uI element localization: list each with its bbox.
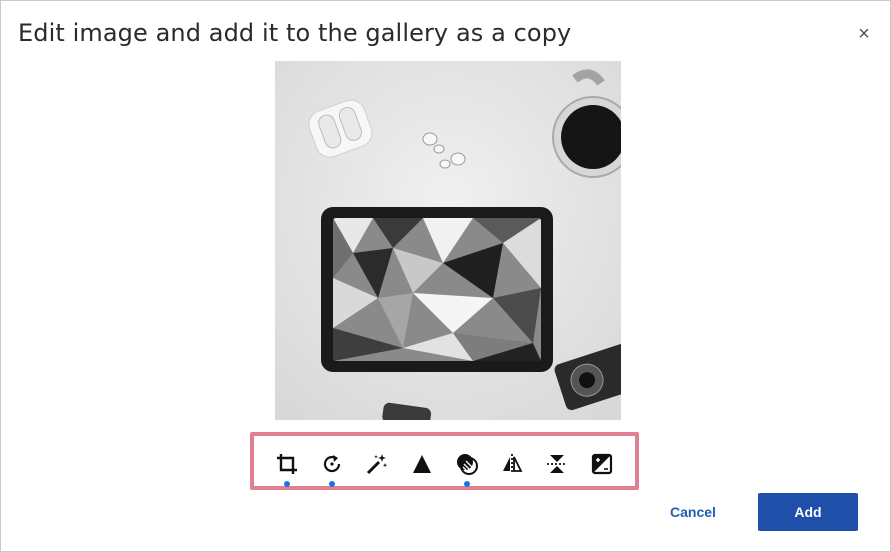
filter-icon bbox=[455, 452, 479, 481]
flip-horizontal-button[interactable] bbox=[498, 452, 526, 480]
rotate-button[interactable] bbox=[318, 452, 346, 487]
cancel-button[interactable]: Cancel bbox=[661, 501, 725, 523]
crop-icon bbox=[275, 452, 299, 481]
magic-wand-icon bbox=[365, 452, 389, 481]
filter-button[interactable] bbox=[453, 452, 481, 487]
exposure-icon bbox=[590, 452, 614, 481]
crop-button[interactable] bbox=[273, 452, 301, 487]
sharpen-triangle-icon bbox=[410, 452, 434, 481]
active-indicator bbox=[284, 481, 290, 487]
flip-vertical-button[interactable] bbox=[543, 452, 571, 480]
active-indicator bbox=[329, 481, 335, 487]
exposure-button[interactable] bbox=[588, 452, 616, 480]
dialog-title: Edit image and add it to the gallery as … bbox=[18, 19, 572, 47]
sharpen-button[interactable] bbox=[408, 452, 436, 480]
rotate-icon bbox=[320, 452, 344, 481]
edit-image-dialog: Edit image and add it to the gallery as … bbox=[0, 0, 891, 552]
active-indicator bbox=[464, 481, 470, 487]
image-preview bbox=[275, 61, 621, 420]
close-icon[interactable]: × bbox=[853, 23, 875, 45]
flip-horizontal-icon bbox=[500, 452, 524, 481]
add-button[interactable]: Add bbox=[758, 493, 858, 531]
auto-enhance-button[interactable] bbox=[363, 452, 391, 480]
flip-vertical-icon bbox=[545, 452, 569, 481]
edit-toolbar bbox=[250, 432, 639, 490]
